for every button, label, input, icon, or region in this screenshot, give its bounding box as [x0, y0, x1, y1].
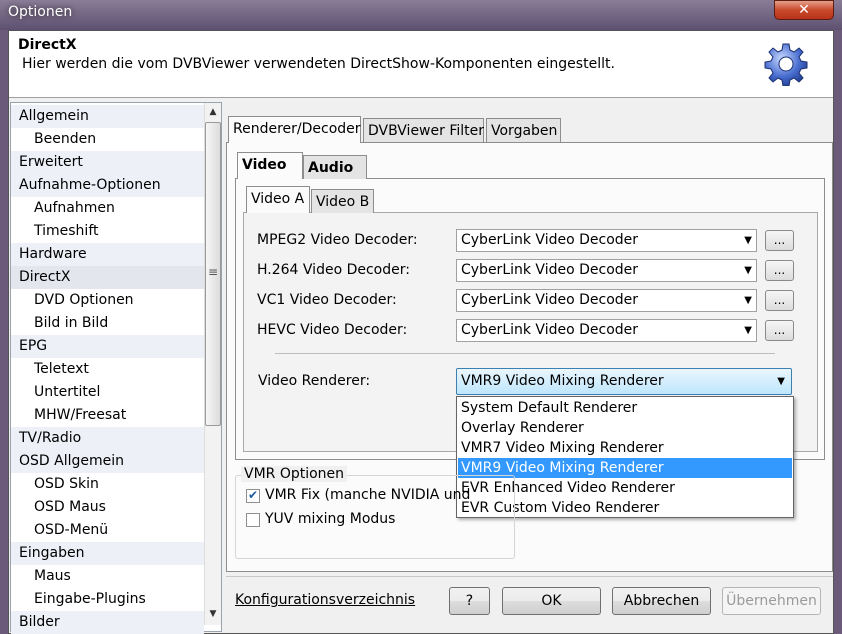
chevron-down-icon: ▼ [744, 235, 752, 246]
video-renderer-label: Video Renderer: [258, 373, 371, 389]
apply-button[interactable]: Übernehmen [722, 587, 821, 615]
decoder-label: VC1 Video Decoder: [257, 292, 397, 308]
title-bar [0, 0, 842, 30]
vmr-fix-label: VMR Fix (manche NVIDIA und [265, 487, 471, 503]
browse-button[interactable]: ... [765, 290, 794, 311]
separator [275, 353, 775, 354]
sidebar-item-eingaben[interactable]: Eingaben [11, 542, 204, 565]
tab-audio[interactable]: Audio [303, 155, 367, 179]
sidebar-item-osd-maus[interactable]: OSD Maus [11, 496, 204, 519]
sidebar-item-aufnahmen[interactable]: Aufnahmen [11, 197, 204, 220]
decoder-select[interactable]: CyberLink Video Decoder ▼ [456, 259, 757, 282]
decoder-value: CyberLink Video Decoder [461, 262, 639, 278]
decoder-label: MPEG2 Video Decoder: [257, 232, 418, 248]
decoder-value: CyberLink Video Decoder [461, 322, 639, 338]
sidebar-item-bilder[interactable]: Bilder [11, 611, 204, 634]
scroll-down-icon[interactable]: ▼ [205, 606, 221, 622]
decoder-value: CyberLink Video Decoder [461, 232, 639, 248]
config-directory-link[interactable]: Konfigurationsverzeichnis [235, 592, 415, 608]
browse-button[interactable]: ... [765, 260, 794, 281]
renderer-option[interactable]: Overlay Renderer [458, 418, 792, 438]
decoder-value: CyberLink Video Decoder [461, 292, 639, 308]
decoder-select[interactable]: CyberLink Video Decoder ▼ [456, 229, 757, 252]
renderer-option[interactable]: System Default Renderer [458, 398, 792, 418]
check-icon: ✔ [247, 488, 259, 502]
browse-button[interactable]: ... [765, 230, 794, 251]
tab-video[interactable]: Video [237, 152, 303, 179]
gear-icon [764, 43, 808, 86]
sidebar-item-directx[interactable]: DirectX [11, 266, 204, 289]
sidebar-item-bild-in-bild[interactable]: Bild in Bild [11, 312, 204, 335]
browse-button[interactable]: ... [765, 320, 794, 341]
window-title: Optionen [8, 4, 73, 20]
tab-video-b[interactable]: Video B [311, 189, 374, 213]
sidebar-item-allgemein[interactable]: Allgemein [11, 105, 204, 128]
chevron-down-icon: ▼ [744, 265, 752, 276]
close-button[interactable]: ✕ [774, 0, 834, 20]
tab-vorgaben[interactable]: Vorgaben [486, 118, 561, 142]
footer-divider [226, 576, 833, 577]
vmr-fix-checkbox[interactable]: ✔ [246, 489, 260, 503]
video-renderer-value: VMR9 Video Mixing Renderer [461, 373, 664, 389]
chevron-down-icon: ▼ [777, 376, 785, 387]
cancel-button[interactable]: Abbrechen [612, 587, 711, 615]
help-button[interactable]: ? [449, 587, 490, 615]
sidebar-item-timeshift[interactable]: Timeshift [11, 220, 204, 243]
sidebar-item-mhw-freesat[interactable]: MHW/Freesat [11, 404, 204, 427]
sidebar-item-osd-skin[interactable]: OSD Skin [11, 473, 204, 496]
decoder-select[interactable]: CyberLink Video Decoder ▼ [456, 319, 757, 342]
tab-renderer-decoder[interactable]: Renderer/Decoder [228, 116, 361, 143]
sidebar-item-beenden[interactable]: Beenden [11, 128, 204, 151]
renderer-option[interactable]: VMR7 Video Mixing Renderer [458, 438, 792, 458]
chevron-down-icon: ▼ [744, 325, 752, 336]
grip-icon: ≡ [207, 265, 219, 279]
video-renderer-select[interactable]: VMR9 Video Mixing Renderer ▼ [456, 368, 792, 395]
chevron-down-icon: ▼ [744, 295, 752, 306]
sidebar-item-teletext[interactable]: Teletext [11, 358, 204, 381]
sidebar-item-tv-radio[interactable]: TV/Radio [11, 427, 204, 450]
sidebar-item-epg[interactable]: EPG [11, 335, 204, 358]
sidebar-item-dvd-optionen[interactable]: DVD Optionen [11, 289, 204, 312]
vmr-options-title: VMR Optionen [241, 466, 348, 482]
decoder-label: H.264 Video Decoder: [257, 262, 410, 278]
scroll-up-icon[interactable]: ▲ [205, 104, 221, 120]
decoder-select[interactable]: CyberLink Video Decoder ▼ [456, 289, 757, 312]
tab-video-a[interactable]: Video A [246, 186, 310, 213]
sidebar-item-maus[interactable]: Maus [11, 565, 204, 588]
sidebar-item-osd-allgemein[interactable]: OSD Allgemein [11, 450, 204, 473]
sidebar-item-osd-menü[interactable]: OSD-Menü [11, 519, 204, 542]
sidebar-item-hardware[interactable]: Hardware [11, 243, 204, 266]
yuv-mixing-label: YUV mixing Modus [265, 511, 396, 527]
sidebar-item-erweitert[interactable]: Erweitert [11, 151, 204, 174]
sidebar-item-eingabe-plugins[interactable]: Eingabe-Plugins [11, 588, 204, 611]
sidebar-item-aufnahme-optionen[interactable]: Aufnahme-Optionen [11, 174, 204, 197]
ok-button[interactable]: OK [502, 587, 601, 615]
page-description: Hier werden die vom DVBViewer verwendete… [22, 56, 615, 72]
decoder-label: HEVC Video Decoder: [257, 322, 408, 338]
yuv-mixing-checkbox[interactable] [246, 513, 260, 527]
page-title: DirectX [18, 37, 77, 53]
sidebar-item-untertitel[interactable]: Untertitel [11, 381, 204, 404]
tab-dvbviewer-filter[interactable]: DVBViewer Filter [363, 118, 484, 142]
